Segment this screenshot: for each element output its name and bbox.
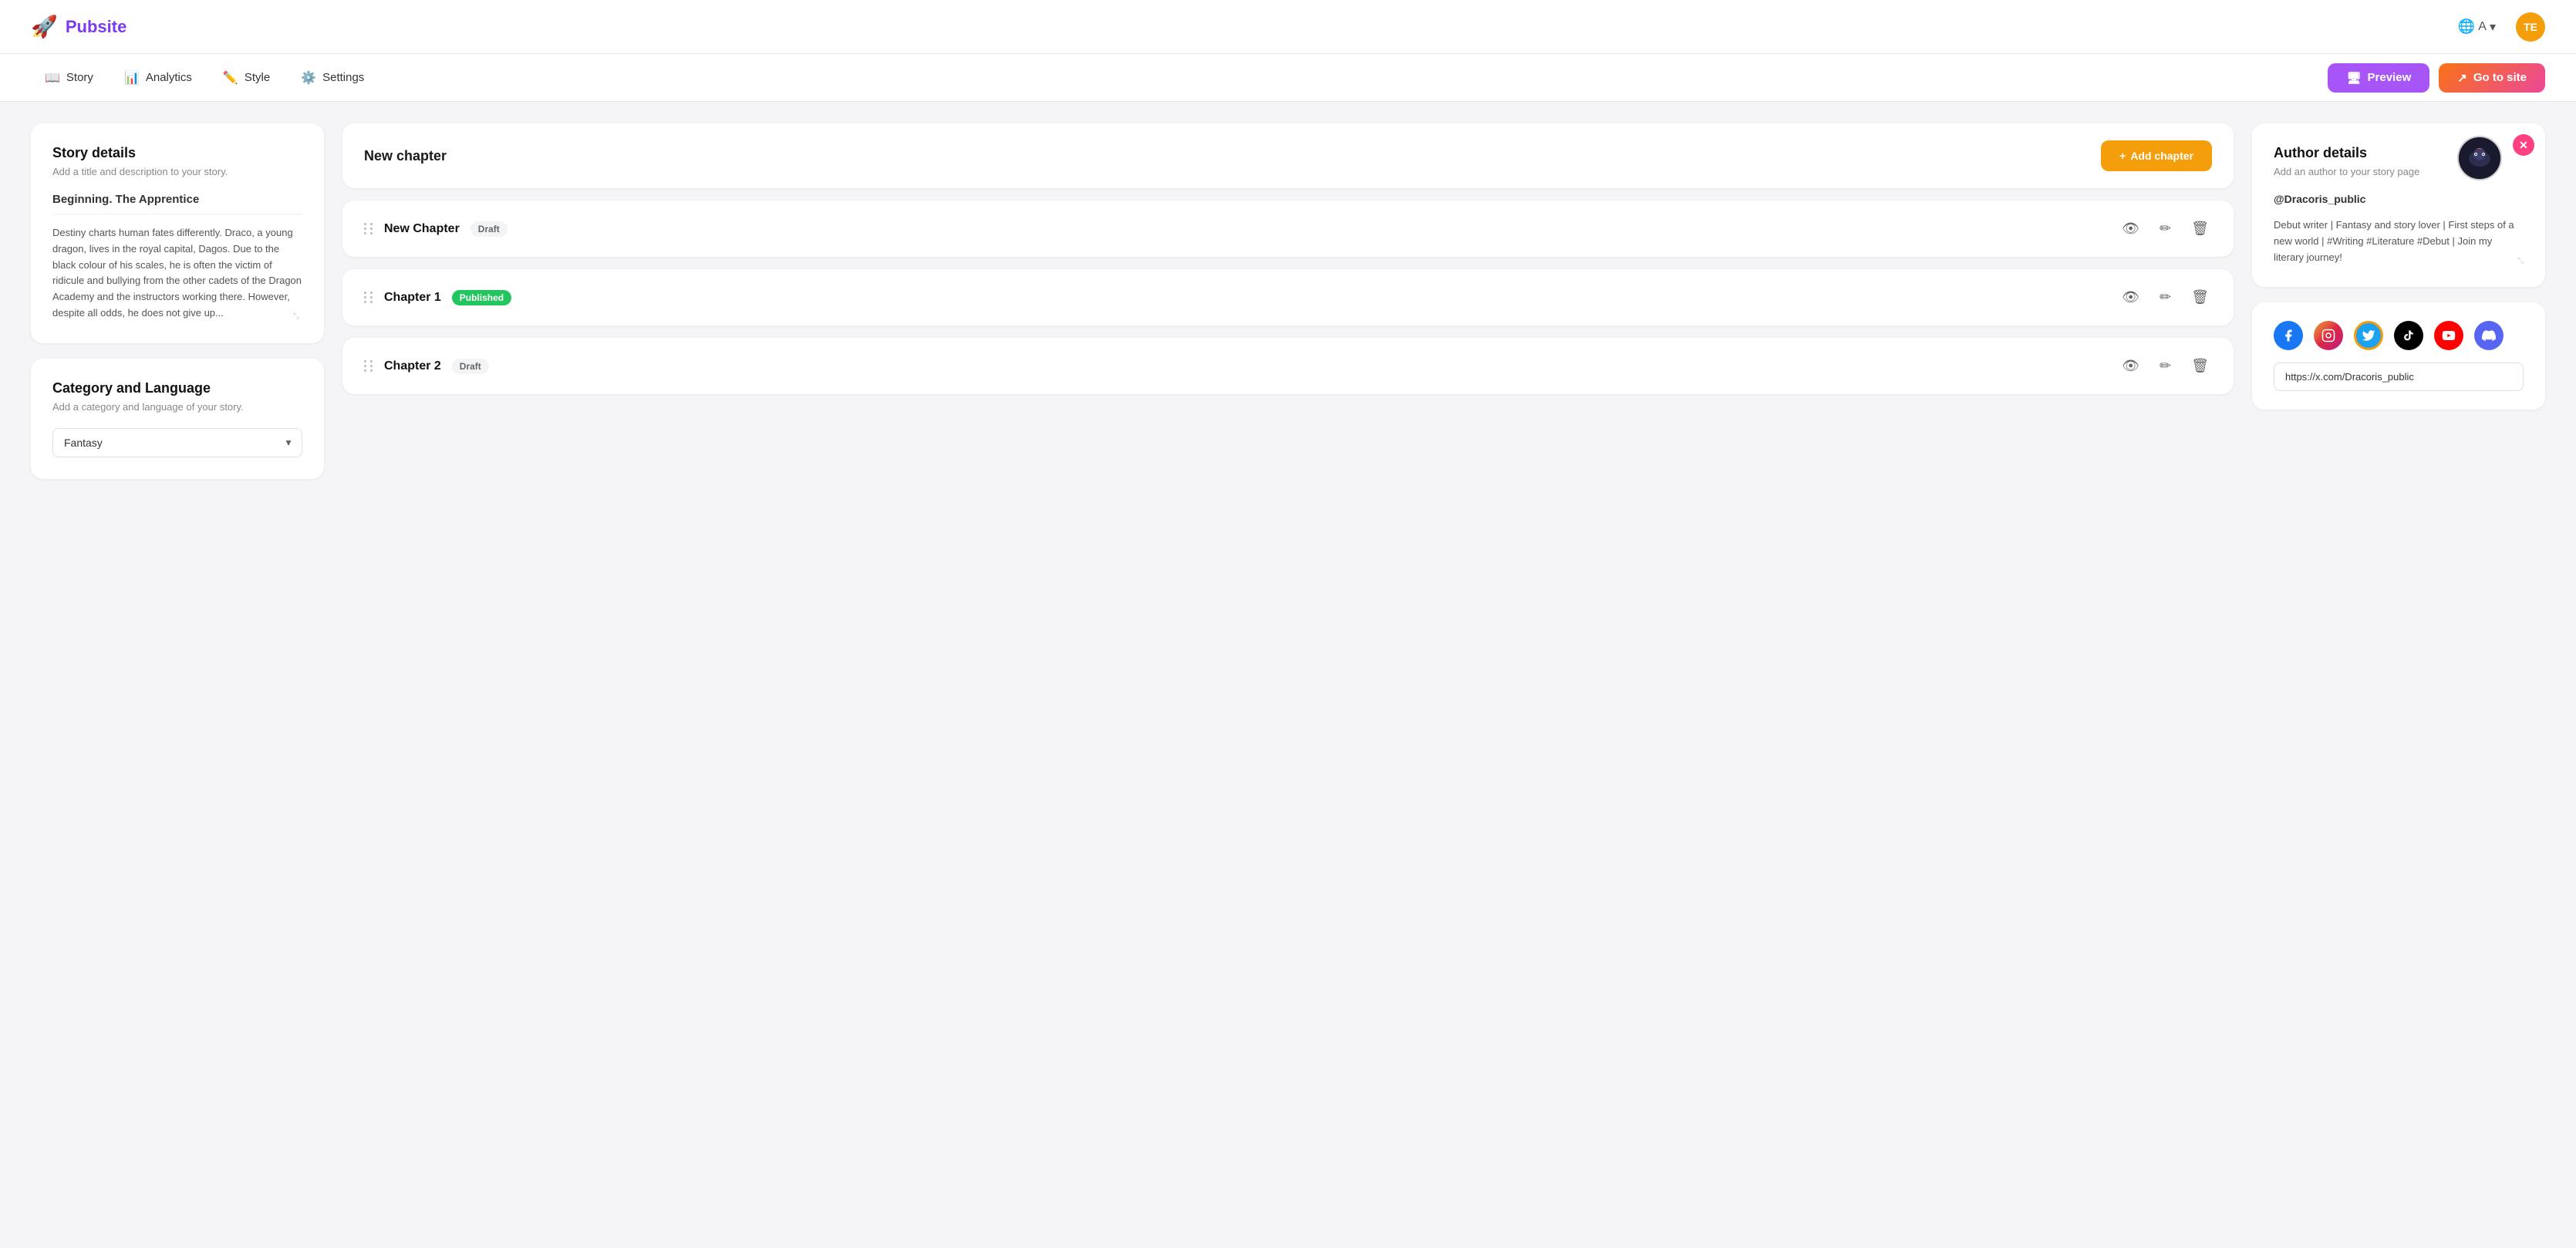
preview-button[interactable]: 🖥 Preview: [2328, 63, 2429, 93]
chapter-delete-button[interactable]: 🗑: [2188, 355, 2212, 377]
goto-label: Go to site: [2473, 71, 2527, 84]
category-select-wrapper: Fantasy Science Fiction Mystery Romance …: [52, 428, 302, 457]
nav-item-analytics[interactable]: 📊 Analytics: [110, 64, 206, 92]
social-url-input[interactable]: [2274, 363, 2524, 391]
story-details-card: Story details Add a title and descriptio…: [31, 123, 324, 343]
chapter-view-button[interactable]: 👁: [2119, 355, 2143, 377]
chapter-status-badge: Published: [452, 290, 511, 305]
preview-label: Preview: [2368, 71, 2412, 84]
chapter-edit-button[interactable]: ✏: [2156, 286, 2174, 309]
book-icon: 📖: [45, 70, 60, 86]
nav-analytics-label: Analytics: [146, 71, 192, 84]
twitter-icon[interactable]: [2354, 321, 2383, 350]
drag-handle-icon[interactable]: [364, 360, 373, 372]
chapter-left: New Chapter Draft: [364, 221, 507, 237]
social-icons-row: [2274, 321, 2524, 350]
chapter-card-1: Chapter 1 Published 👁 ✏ 🗑: [342, 269, 2234, 325]
story-details-subtitle: Add a title and description to your stor…: [52, 166, 302, 177]
category-select[interactable]: Fantasy Science Fiction Mystery Romance …: [52, 428, 302, 457]
bio-resize-handle-icon[interactable]: ⤡: [2517, 257, 2524, 265]
chart-icon: 📊: [124, 70, 140, 86]
lang-icon: 🌐: [2458, 19, 2475, 35]
nav-item-settings[interactable]: ⚙️ Settings: [287, 64, 378, 92]
add-chapter-label: Add chapter: [2130, 150, 2193, 162]
author-avatar: [2457, 136, 2502, 180]
author-close-button[interactable]: ✕: [2513, 134, 2534, 156]
author-details-card: Author details Add an author to your sto…: [2252, 123, 2545, 287]
chapter-card-2: Chapter 2 Draft 👁 ✏ 🗑: [342, 338, 2234, 394]
preview-icon: 🖥: [2346, 71, 2361, 85]
chapter-status-badge: Draft: [470, 221, 507, 237]
pen-icon: ✏️: [223, 70, 238, 86]
chapter-delete-button[interactable]: 🗑: [2188, 218, 2212, 240]
discord-icon[interactable]: [2474, 321, 2504, 350]
language-button[interactable]: 🌐 A ▾: [2450, 14, 2504, 39]
chapter-left: Chapter 2 Draft: [364, 359, 489, 374]
chapter-name: New Chapter: [384, 222, 460, 236]
story-title-value: Beginning. The Apprentice: [52, 193, 302, 214]
chapter-name: Chapter 1: [384, 291, 441, 305]
navigation: 📖 Story 📊 Analytics ✏️ Style ⚙️ Settings…: [0, 54, 2576, 102]
chapter-delete-button[interactable]: 🗑: [2188, 286, 2212, 309]
story-details-title: Story details: [52, 145, 302, 161]
tiktok-icon[interactable]: [2394, 321, 2423, 350]
add-chapter-button[interactable]: + Add chapter: [2101, 140, 2212, 171]
nav-item-story[interactable]: 📖 Story: [31, 64, 107, 92]
chapter-name: Chapter 2: [384, 359, 441, 373]
nav-style-label: Style: [244, 71, 270, 84]
drag-handle-icon[interactable]: [364, 292, 373, 303]
chapter-edit-button[interactable]: ✏: [2156, 355, 2174, 377]
nav-item-style[interactable]: ✏️ Style: [209, 64, 284, 92]
story-description-text: Destiny charts human fates differently. …: [52, 225, 302, 322]
lang-chevron-icon: ▾: [2490, 19, 2496, 35]
chapter-actions: 👁 ✏ 🗑: [2119, 218, 2212, 240]
chapter-actions: 👁 ✏ 🗑: [2119, 355, 2212, 377]
lang-label: A: [2478, 20, 2487, 34]
right-column: Author details Add an author to your sto…: [2252, 123, 2545, 479]
chapter-left: Chapter 1 Published: [364, 290, 511, 305]
header: 🚀 Pubsite 🌐 A ▾ TE: [0, 0, 2576, 54]
goto-site-button[interactable]: ↗ Go to site: [2439, 63, 2545, 93]
plus-icon: +: [2119, 150, 2126, 162]
logo-icon: 🚀: [31, 14, 58, 39]
gear-icon: ⚙️: [301, 70, 316, 86]
header-right: 🌐 A ▾ TE: [2450, 12, 2545, 42]
author-username: @Dracoris_public: [2274, 193, 2524, 205]
left-column: Story details Add a title and descriptio…: [31, 123, 324, 479]
chapter-actions: 👁 ✏ 🗑: [2119, 286, 2212, 309]
logo-text: Pubsite: [66, 17, 126, 37]
social-links-card: [2252, 302, 2545, 410]
logo-area: 🚀 Pubsite: [31, 14, 126, 39]
instagram-icon[interactable]: [2314, 321, 2343, 350]
nav-story-label: Story: [66, 71, 93, 84]
author-bio-text: Debut writer | Fantasy and story lover |…: [2274, 218, 2524, 265]
nav-actions: 🖥 Preview ↗ Go to site: [2328, 63, 2545, 93]
drag-handle-icon[interactable]: [364, 223, 373, 234]
chapter-status-badge: Draft: [452, 359, 489, 374]
goto-icon: ↗: [2457, 71, 2467, 85]
facebook-icon[interactable]: [2274, 321, 2303, 350]
youtube-icon[interactable]: [2434, 321, 2463, 350]
new-chapter-header-card: New chapter + Add chapter: [342, 123, 2234, 188]
chapter-card-new: New Chapter Draft 👁 ✏ 🗑: [342, 201, 2234, 257]
main-content: Story details Add a title and descriptio…: [0, 102, 2576, 501]
category-card: Category and Language Add a category and…: [31, 359, 324, 479]
avatar[interactable]: TE: [2516, 12, 2545, 42]
resize-handle-icon[interactable]: ⤡: [293, 312, 302, 322]
category-subtitle: Add a category and language of your stor…: [52, 401, 302, 413]
middle-column: New chapter + Add chapter New Chapter Dr…: [342, 123, 2234, 479]
chapter-edit-button[interactable]: ✏: [2156, 218, 2174, 240]
chapter-view-button[interactable]: 👁: [2119, 218, 2143, 240]
category-title: Category and Language: [52, 380, 302, 396]
nav-items: 📖 Story 📊 Analytics ✏️ Style ⚙️ Settings: [31, 64, 378, 92]
chapter-view-button[interactable]: 👁: [2119, 286, 2143, 309]
nav-settings-label: Settings: [322, 71, 364, 84]
new-chapter-title: New chapter: [364, 148, 447, 164]
